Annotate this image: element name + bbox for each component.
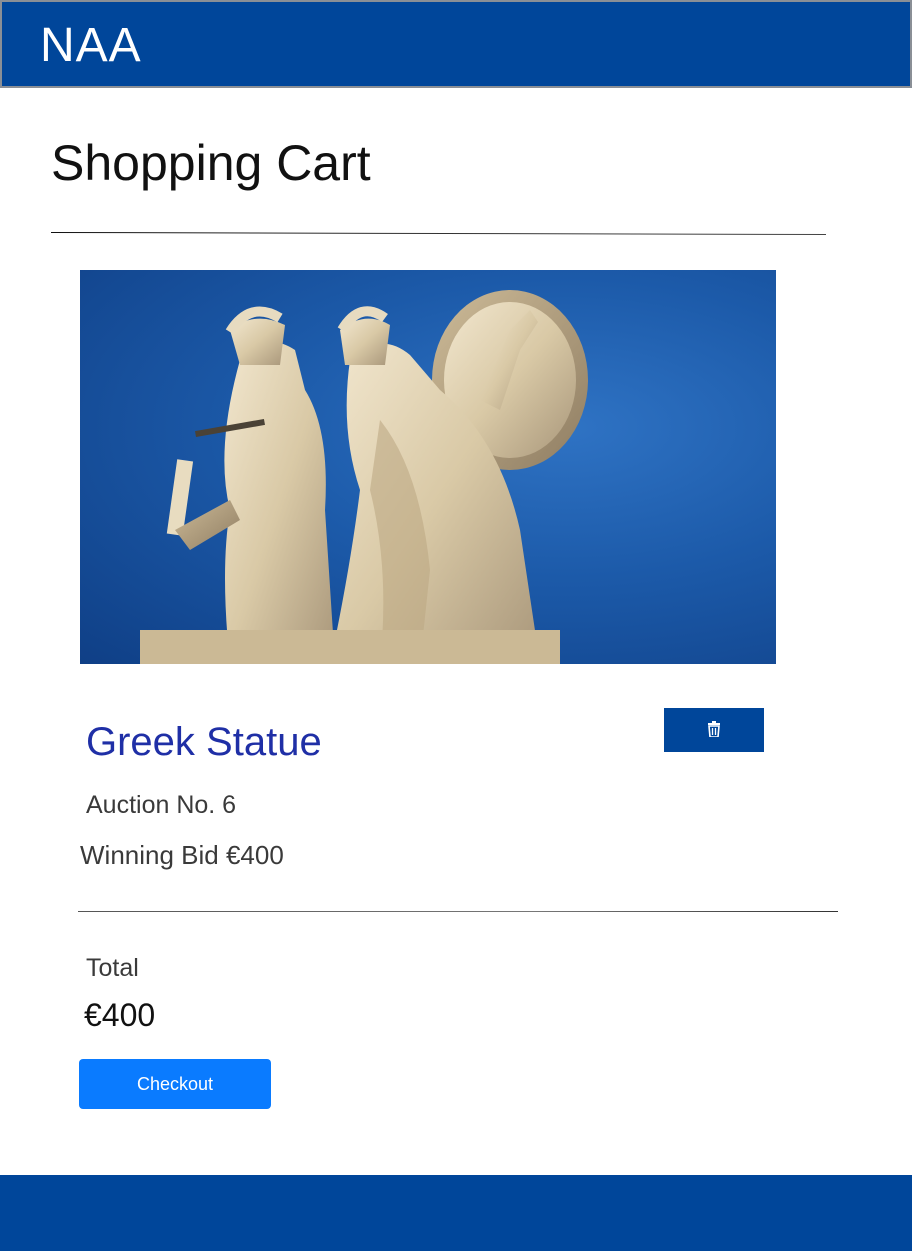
delete-item-button[interactable]: [664, 708, 764, 752]
page-title: Shopping Cart: [51, 135, 371, 191]
summary-divider: [78, 911, 838, 912]
total-value: €400: [84, 997, 156, 1033]
item-title[interactable]: Greek Statue: [86, 716, 322, 768]
site-footer: [0, 1175, 912, 1251]
auction-number: Auction No. 6: [86, 791, 237, 819]
title-divider: [51, 231, 826, 236]
trash-icon: [707, 720, 721, 740]
checkout-button[interactable]: Checkout: [79, 1059, 271, 1109]
item-image: [80, 270, 776, 664]
winning-bid: Winning Bid €400: [80, 840, 284, 870]
brand-logo[interactable]: NAA: [40, 18, 142, 74]
site-header: NAA: [0, 0, 912, 88]
total-label: Total: [86, 954, 139, 982]
statue-photo: [140, 290, 588, 664]
